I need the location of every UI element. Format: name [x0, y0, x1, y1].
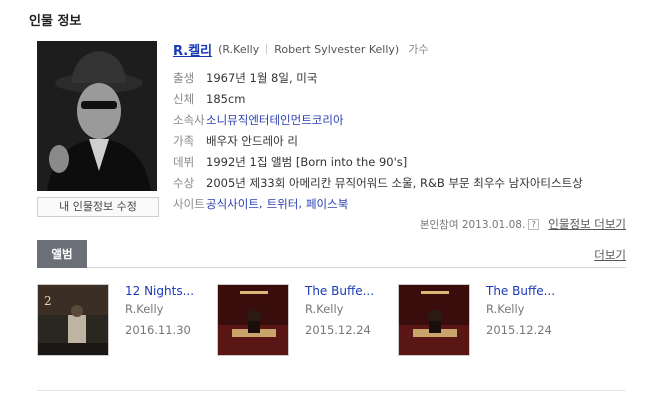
album-date: 2015.12.24: [305, 323, 371, 337]
artist-photo[interactable]: [37, 41, 157, 191]
artist-name-link[interactable]: R.켈리: [173, 40, 212, 59]
section-title: 인물 정보: [29, 14, 82, 29]
info-row-body: 신체 185cm: [173, 88, 583, 109]
album-item[interactable]: The Buffe... R.Kelly 2015.12.24: [398, 284, 573, 356]
reference-row: 본인참여 2013.01.08. ? 인물정보 더보기: [420, 216, 626, 232]
facebook-link[interactable]: 페이스북: [306, 196, 348, 212]
album-title-link[interactable]: The Buffe...: [486, 284, 555, 298]
artist-alias: (R.Kelly: [218, 42, 260, 56]
album-cover[interactable]: [398, 284, 470, 356]
artist-role: 가수: [408, 43, 429, 56]
site-links: 공식사이트, 트위터, 페이스북: [206, 196, 348, 212]
info-row-debut: 데뷔 1992년 1집 앨범 [Born into the 90's]: [173, 151, 583, 172]
info-label: 수상: [173, 175, 195, 190]
profile-info-list: 출생 1967년 1월 8일, 미국 신체 185cm 소속사 소니뮤직엔터테인…: [173, 67, 583, 214]
official-site-link[interactable]: 공식사이트: [206, 196, 259, 212]
info-row-sites: 사이트 공식사이트, 트위터, 페이스북: [173, 193, 583, 214]
info-value: 1992년 1집 앨범 [Born into the 90's]: [206, 154, 408, 169]
album-date: 2016.11.30: [125, 323, 191, 337]
album-item[interactable]: The Buffe... R.Kelly 2015.12.24: [217, 284, 392, 356]
album-cover-image: 2: [38, 285, 108, 355]
twitter-link[interactable]: 트위터: [267, 196, 299, 212]
info-label: 사이트: [173, 196, 205, 211]
question-icon[interactable]: ?: [528, 218, 540, 230]
svg-text:2: 2: [44, 294, 52, 308]
artist-full-name: Robert Sylvester Kelly): [274, 42, 400, 56]
album-item[interactable]: 2 12 Nights... R.Kelly 2016.11.30: [37, 284, 212, 356]
info-value: 2005년 제33회 아메리칸 뮤직어워드 소울, R&B 부문 최우수 남자아…: [206, 175, 583, 190]
info-row-family: 가족 배우자 안드레아 리: [173, 130, 583, 151]
info-label: 소속사: [173, 112, 205, 127]
info-row-birth: 출생 1967년 1월 8일, 미국: [173, 67, 583, 88]
info-row-award: 수상 2005년 제33회 아메리칸 뮤직어워드 소울, R&B 부문 최우수 …: [173, 172, 583, 193]
album-date: 2015.12.24: [486, 323, 552, 337]
info-label: 데뷔: [173, 154, 195, 169]
info-value: 185cm: [206, 91, 246, 106]
album-cover[interactable]: 2: [37, 284, 109, 356]
album-artist: R.Kelly: [486, 302, 525, 316]
album-cover-image: [399, 285, 469, 355]
agency-link[interactable]: 소니뮤직엔터테인먼트코리아: [206, 112, 344, 128]
album-artist: R.Kelly: [305, 302, 344, 316]
name-row: R.켈리 (R.Kelly Robert Sylvester Kelly) 가수: [173, 40, 429, 59]
info-value: 배우자 안드레아 리: [206, 133, 298, 148]
bottom-divider: [37, 390, 626, 391]
comma: ,: [298, 195, 302, 210]
album-artist: R.Kelly: [125, 302, 164, 316]
albums-more-link[interactable]: 더보기: [594, 247, 626, 263]
album-title-link[interactable]: 12 Nights...: [125, 284, 194, 298]
info-value: 1967년 1월 8일, 미국: [206, 70, 318, 85]
album-cover[interactable]: [217, 284, 289, 356]
profile-more-link[interactable]: 인물정보 더보기: [548, 216, 626, 232]
artist-photo-image: [37, 41, 157, 191]
comma: ,: [258, 195, 263, 210]
edit-profile-button[interactable]: 내 인물정보 수정: [37, 197, 159, 217]
info-row-agency: 소속사 소니뮤직엔터테인먼트코리아: [173, 109, 583, 130]
album-title-link[interactable]: The Buffe...: [305, 284, 374, 298]
info-label: 신체: [173, 91, 195, 106]
info-label: 출생: [173, 70, 195, 85]
reference-text: 본인참여 2013.01.08.: [419, 218, 526, 231]
info-label: 가족: [173, 133, 195, 148]
album-section-header: 앨범 더보기: [37, 240, 626, 268]
tab-albums[interactable]: 앨범: [37, 240, 87, 268]
name-divider: [266, 44, 268, 54]
album-cover-image: [218, 285, 288, 355]
